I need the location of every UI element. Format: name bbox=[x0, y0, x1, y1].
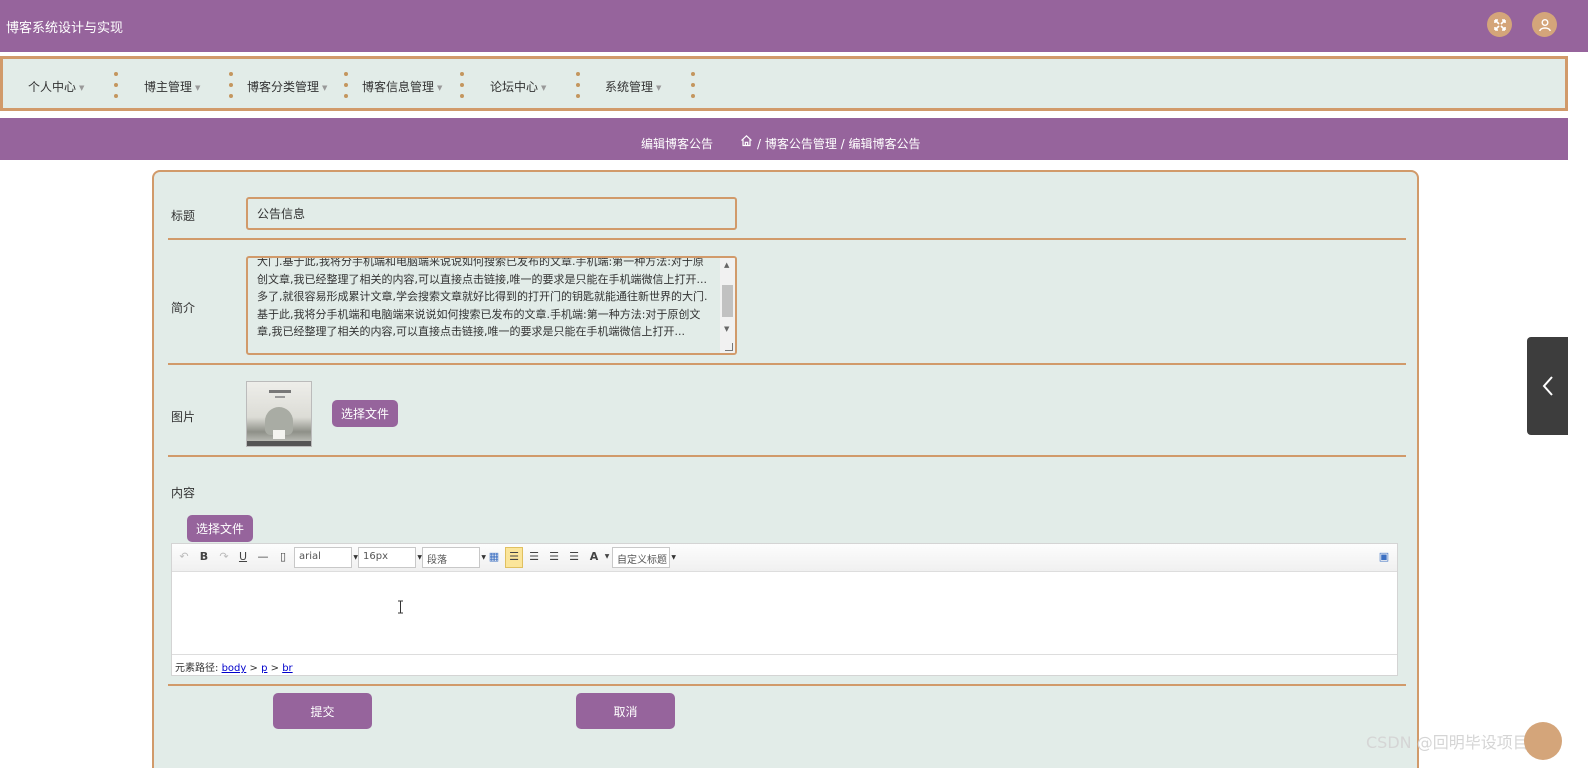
home-icon[interactable] bbox=[740, 134, 753, 147]
scroll-thumb[interactable] bbox=[722, 285, 733, 317]
nav-item-blogger-management[interactable]: 博主管理 ▼ bbox=[144, 78, 200, 95]
element-path-br[interactable]: br bbox=[282, 663, 292, 674]
row-divider bbox=[168, 363, 1406, 365]
scroll-down-icon[interactable]: ▼ bbox=[724, 325, 729, 333]
font-family-value: arial bbox=[299, 551, 321, 562]
font-size-select[interactable]: 16px ▼ bbox=[358, 547, 422, 568]
cover-image-thumbnail bbox=[246, 381, 312, 447]
align-left-icon[interactable]: ☰ bbox=[507, 550, 521, 564]
custom-title-value: 自定义标题 bbox=[617, 555, 667, 566]
nav-item-label: 博客信息管理 bbox=[362, 80, 435, 94]
paragraph-value: 段落 bbox=[427, 555, 447, 566]
editor-element-path: 元素路径: body > p > br bbox=[172, 654, 1397, 675]
editor-toolbar: ↶ B ↷ U — ▯ arial ▼ 16px ▼ 段落 ▼ ▦ ☰ ☰ ☰ ☰ A… bbox=[172, 544, 1397, 572]
font-color-icon[interactable]: A bbox=[587, 550, 601, 564]
chevron-left-icon bbox=[1542, 376, 1553, 396]
nav-separator bbox=[228, 72, 233, 98]
custom-title-select[interactable]: 自定义标题 ▼ bbox=[612, 547, 676, 568]
nav-item-label: 博主管理 bbox=[144, 80, 193, 94]
nav-item-label: 个人中心 bbox=[28, 80, 77, 94]
submit-button[interactable]: 提交 bbox=[273, 693, 372, 729]
nav-item-label: 论坛中心 bbox=[490, 80, 539, 94]
intro-textarea[interactable]: 大门.基于此,我将分手机端和电脑端来说说如何搜索已发布的文章.手机端:第一种方法… bbox=[246, 256, 737, 355]
nav-item-blog-info-management[interactable]: 博客信息管理 ▼ bbox=[362, 78, 442, 95]
fullscreen-editor-icon[interactable]: ▣ bbox=[1377, 550, 1391, 564]
align-right-icon[interactable]: ☰ bbox=[527, 550, 541, 564]
scroll-up-icon[interactable]: ▲ bbox=[724, 261, 729, 269]
nav-separator bbox=[575, 72, 580, 98]
rich-text-editor: ↶ B ↷ U — ▯ arial ▼ 16px ▼ 段落 ▼ ▦ ☰ ☰ ☰ ☰ A… bbox=[171, 543, 1398, 676]
intro-scrollbar[interactable]: ▲ ▼ bbox=[720, 258, 735, 353]
breadcrumb-bar: 编辑博客公告 / 博客公告管理 / 编辑博客公告 bbox=[0, 118, 1568, 160]
choose-image-file-button[interactable]: 选择文件 bbox=[332, 400, 398, 427]
page-title: 编辑博客公告 bbox=[641, 137, 714, 151]
app-title: 博客系统设计与实现 bbox=[6, 21, 124, 36]
chevron-down-icon: ▼ bbox=[656, 83, 662, 92]
bold-icon[interactable]: B bbox=[197, 550, 211, 564]
intro-text: 大门.基于此,我将分手机端和电脑端来说说如何搜索已发布的文章.手机端:第一种方法… bbox=[257, 256, 708, 339]
edit-form: 标题 简介 大门.基于此,我将分手机端和电脑端来说说如何搜索已发布的文章.手机端… bbox=[152, 170, 1419, 768]
chevron-down-icon: ▼ bbox=[79, 83, 85, 92]
main-nav: 个人中心 ▼ 博主管理 ▼ 博客分类管理 ▼ 博客信息管理 ▼ 论坛中心 ▼ 系统管理 ▼ bbox=[0, 56, 1568, 111]
horizontal-rule-icon[interactable]: — bbox=[256, 550, 270, 564]
underline-icon[interactable]: U bbox=[236, 550, 250, 564]
nav-item-forum-center[interactable]: 论坛中心 ▼ bbox=[490, 78, 546, 95]
chevron-down-icon: ▼ bbox=[322, 83, 328, 92]
row-divider bbox=[168, 455, 1406, 457]
image-label: 图片 bbox=[171, 410, 196, 424]
cancel-button[interactable]: 取消 bbox=[576, 693, 675, 729]
nav-item-system-management[interactable]: 系统管理 ▼ bbox=[605, 78, 661, 95]
resize-grip-icon[interactable] bbox=[725, 343, 733, 351]
nav-separator bbox=[459, 72, 464, 98]
editor-content-area[interactable] bbox=[172, 573, 1397, 654]
breadcrumb[interactable]: / 博客公告管理 / 编辑博客公告 bbox=[757, 135, 921, 152]
font-size-value: 16px bbox=[363, 551, 388, 562]
text-cursor-icon bbox=[398, 600, 403, 614]
align-justify-icon[interactable]: ☰ bbox=[567, 550, 581, 564]
expand-icon[interactable] bbox=[1487, 12, 1512, 37]
element-path-prefix: 元素路径: bbox=[175, 663, 219, 674]
nav-item-blog-category-management[interactable]: 博客分类管理 ▼ bbox=[247, 78, 327, 95]
format-clear-icon[interactable]: ▯ bbox=[276, 550, 290, 564]
choose-content-file-button[interactable]: 选择文件 bbox=[187, 515, 253, 542]
title-label: 标题 bbox=[171, 209, 196, 223]
row-divider bbox=[168, 684, 1406, 686]
chevron-down-icon: ▼ bbox=[541, 83, 547, 92]
side-panel-toggle[interactable] bbox=[1527, 337, 1568, 435]
top-header: 博客系统设计与实现 bbox=[0, 0, 1588, 52]
chevron-down-icon: ▼ bbox=[195, 83, 201, 92]
watermark: CSDN @回明毕设项目 bbox=[1366, 733, 1529, 752]
nav-separator bbox=[690, 72, 695, 98]
content-label: 内容 bbox=[171, 486, 196, 500]
title-input[interactable] bbox=[246, 197, 737, 230]
floating-avatar[interactable] bbox=[1524, 722, 1562, 760]
element-path-separator: > bbox=[270, 663, 279, 674]
element-path-p[interactable]: p bbox=[261, 663, 267, 674]
row-divider bbox=[168, 238, 1406, 240]
nav-item-label: 博客分类管理 bbox=[247, 80, 320, 94]
intro-label: 简介 bbox=[171, 301, 196, 315]
nav-separator bbox=[343, 72, 348, 98]
paragraph-select[interactable]: 段落 ▼ bbox=[422, 547, 486, 568]
align-center-icon[interactable]: ☰ bbox=[547, 550, 561, 564]
undo-icon[interactable]: ↶ bbox=[177, 550, 191, 564]
table-icon[interactable]: ▦ bbox=[487, 550, 501, 564]
nav-item-personal-center[interactable]: 个人中心 ▼ bbox=[28, 78, 84, 95]
user-icon[interactable] bbox=[1532, 12, 1557, 37]
font-family-select[interactable]: arial ▼ bbox=[294, 547, 358, 568]
nav-separator bbox=[113, 72, 118, 98]
chevron-down-icon: ▼ bbox=[437, 83, 443, 92]
element-path-body[interactable]: body bbox=[222, 663, 247, 674]
nav-item-label: 系统管理 bbox=[605, 80, 654, 94]
redo-icon[interactable]: ↷ bbox=[217, 550, 231, 564]
element-path-separator: > bbox=[249, 663, 258, 674]
